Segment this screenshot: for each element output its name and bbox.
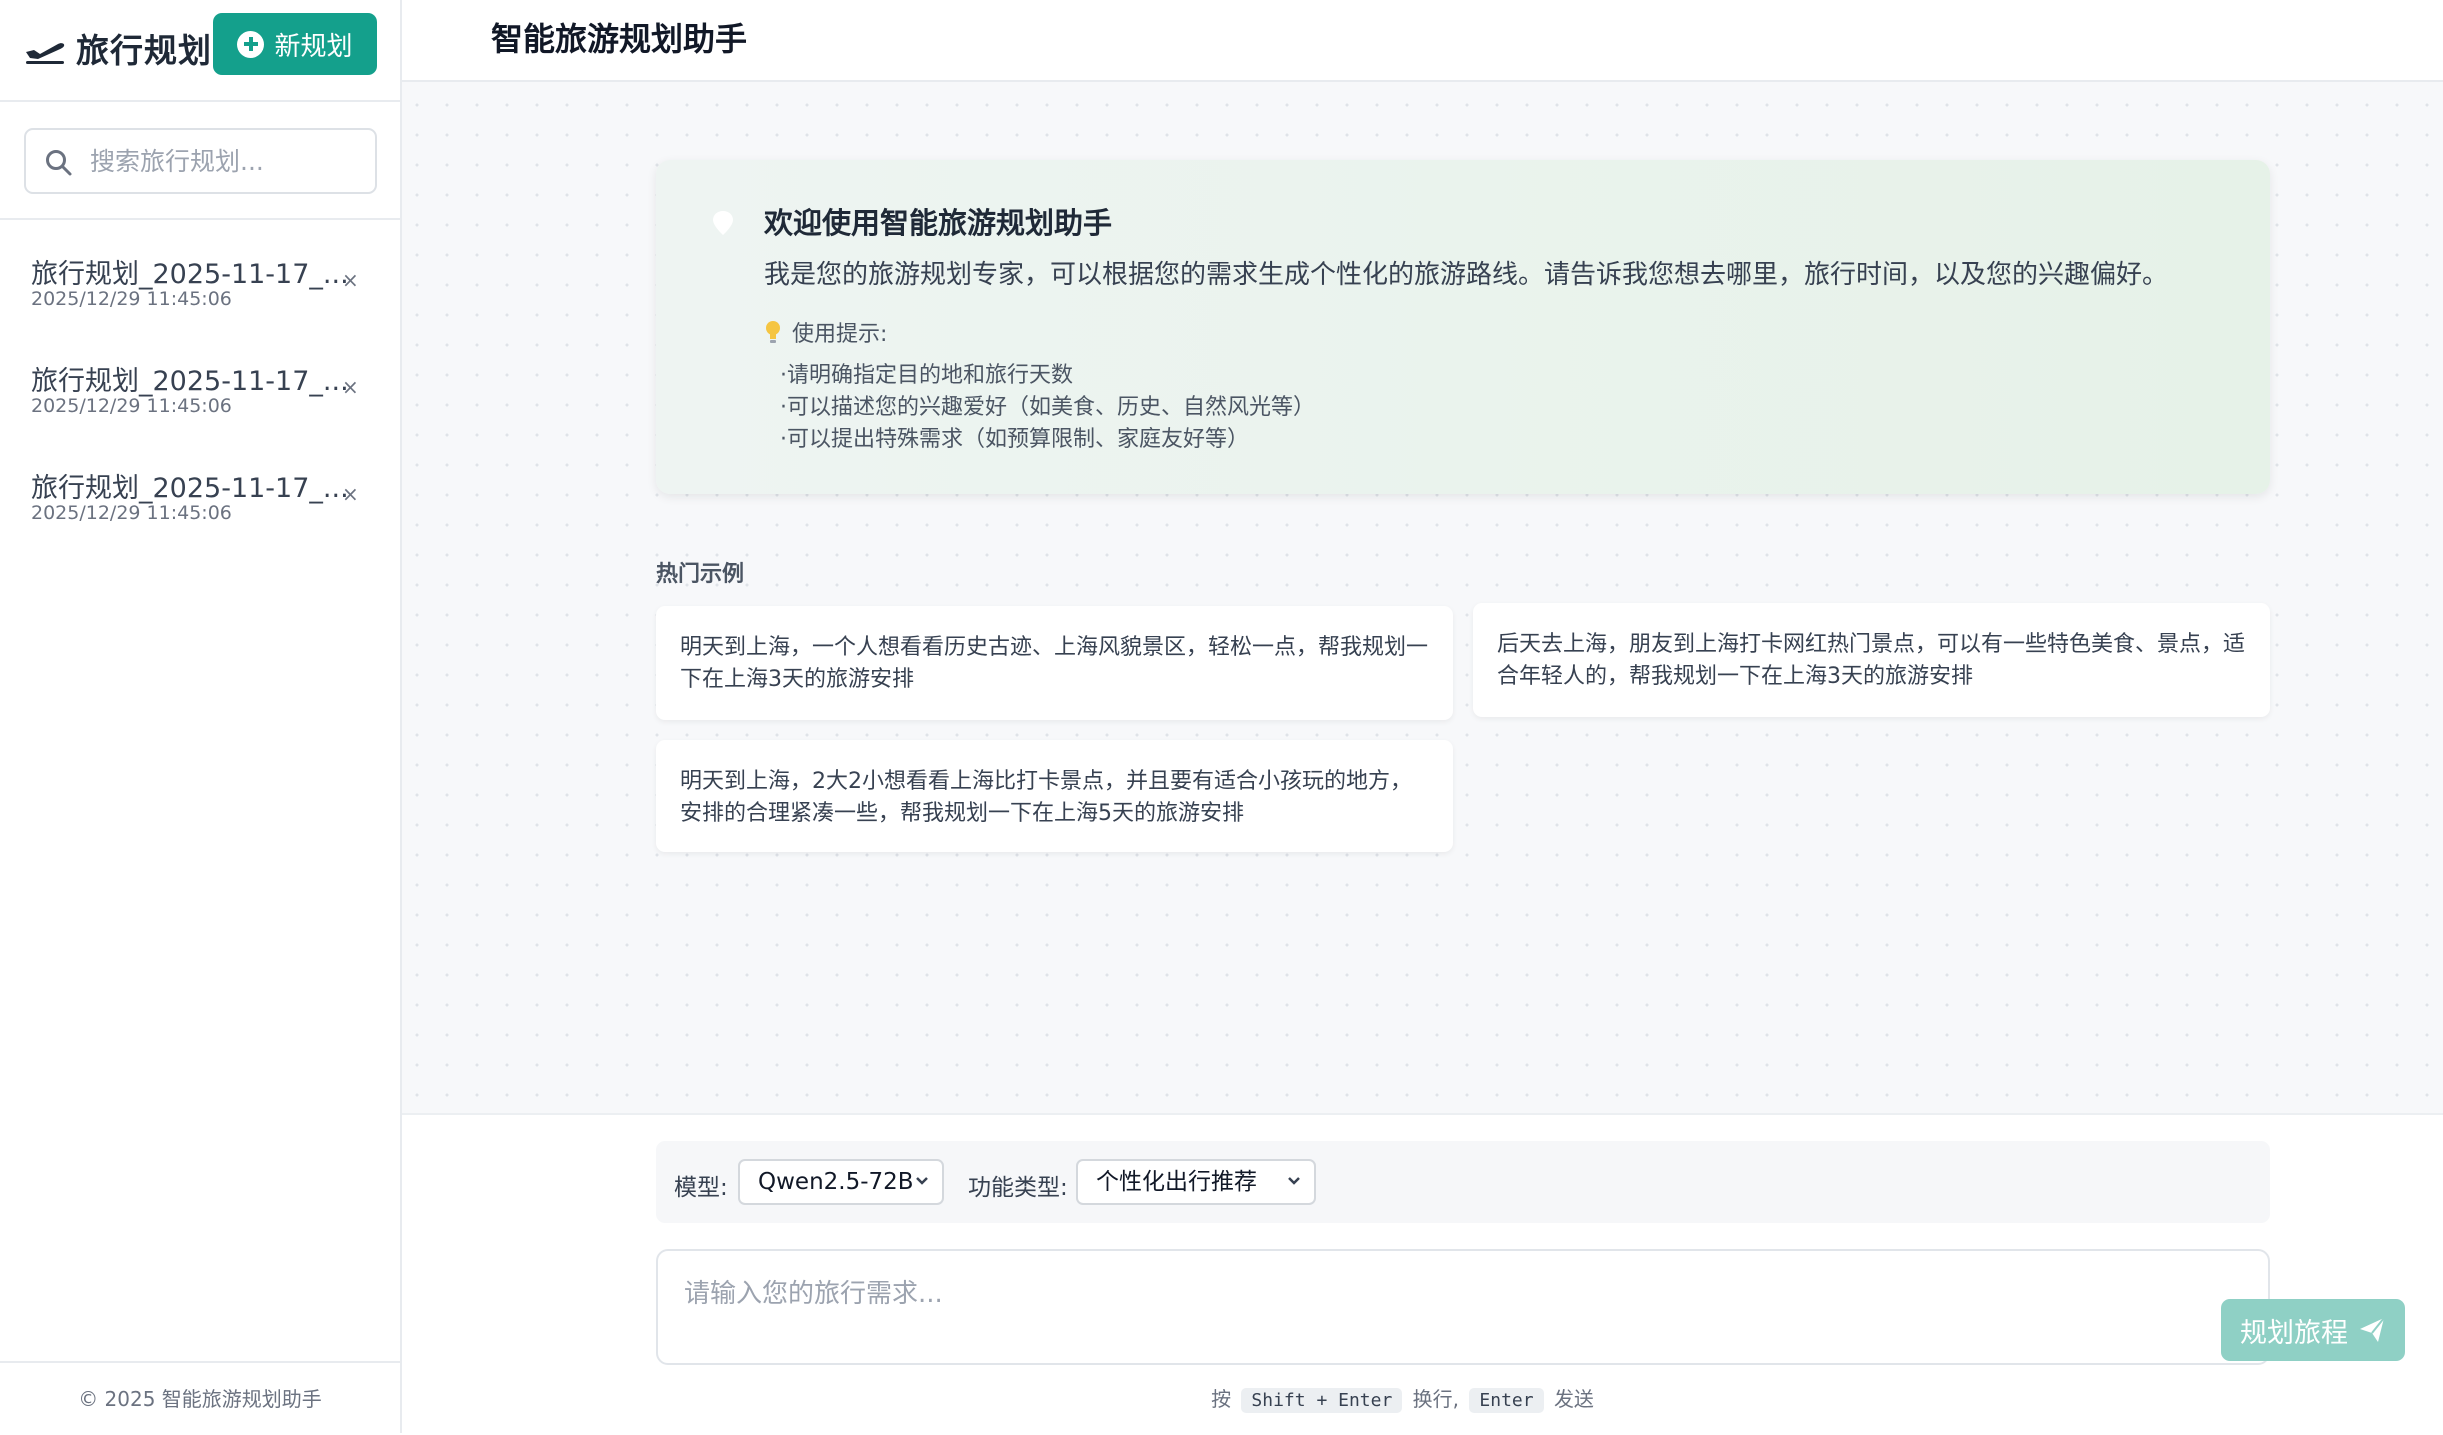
search-box[interactable] xyxy=(24,128,377,194)
hint-key-enter: Enter xyxy=(1469,1388,1544,1413)
welcome-title: 欢迎使用智能旅游规划助手 xyxy=(764,206,1113,240)
plus-circle-icon xyxy=(237,30,265,58)
examples-label: 热门示例 xyxy=(656,562,745,587)
model-select[interactable]: Qwen2.5-72B xyxy=(738,1159,944,1205)
history-item-time: 2025/12/29 11:45:06 xyxy=(31,395,232,417)
tips-list: ·请明确指定目的地和旅行天数 ·可以描述您的兴趣爱好（如美食、历史、自然风光等）… xyxy=(780,360,1315,456)
history-list: 旅行规划_2025-11-17_... 2025/12/29 11:45:06 … xyxy=(0,230,400,551)
close-icon[interactable]: × xyxy=(342,268,359,292)
close-icon[interactable]: × xyxy=(342,375,359,399)
options-bar: 模型: Qwen2.5-72B 功能类型: 个性化出行推荐 xyxy=(656,1141,2270,1223)
hint-key-shift-enter: Shift + Enter xyxy=(1241,1388,1403,1413)
app-name: 旅行规划 xyxy=(76,31,212,70)
top-bar: 智能旅游规划助手 xyxy=(402,0,2443,82)
feature-select-value: 个性化出行推荐 xyxy=(1096,1169,1257,1195)
history-item-title: 旅行规划_2025-11-17_... xyxy=(31,259,349,290)
tip-item: ·请明确指定目的地和旅行天数 xyxy=(780,363,1073,388)
sidebar: 旅行规划 新规划 旅行规划_2025-11-17_... 2025/12/29 … xyxy=(0,0,402,1433)
feature-label: 功能类型: xyxy=(968,1175,1068,1201)
example-card[interactable]: 明天到上海，2大2小想看看上海比打卡景点，并且要有适合小孩玩的地方，安排的合理紧… xyxy=(656,740,1453,852)
lightbulb-icon xyxy=(766,321,780,343)
welcome-description: 我是您的旅游规划专家，可以根据您的需求生成个性化的旅游路线。请告诉我您想去哪里，… xyxy=(764,260,2169,290)
trip-input-placeholder: 请输入您的旅行需求... xyxy=(684,1279,943,1309)
close-icon[interactable]: × xyxy=(342,482,359,506)
paper-plane-icon xyxy=(2360,1317,2385,1342)
plan-trip-label: 规划旅程 xyxy=(2240,1317,2348,1349)
tips-heading-label: 使用提示: xyxy=(792,322,888,347)
history-item-title: 旅行规划_2025-11-17_... xyxy=(31,473,349,504)
history-item-title: 旅行规划_2025-11-17_... xyxy=(31,366,349,397)
app-logo: 旅行规划 xyxy=(24,26,212,70)
search-icon xyxy=(46,150,72,176)
location-pin-icon xyxy=(713,211,733,235)
history-item-time: 2025/12/29 11:45:06 xyxy=(31,502,232,524)
tips-heading: 使用提示: xyxy=(764,316,887,348)
plan-trip-button[interactable]: 规划旅程 xyxy=(2221,1299,2405,1361)
chevron-down-icon xyxy=(916,1177,928,1185)
page-title: 智能旅游规划助手 xyxy=(491,20,748,58)
hint-mid: 换行, xyxy=(1412,1387,1460,1411)
welcome-card: 欢迎使用智能旅游规划助手 我是您的旅游规划专家，可以根据您的需求生成个性化的旅游… xyxy=(656,160,2270,494)
composer: 模型: Qwen2.5-72B 功能类型: 个性化出行推荐 请输入您的旅行需求.… xyxy=(402,1113,2443,1433)
plane-icon xyxy=(26,43,65,64)
tip-item: ·可以描述您的兴趣爱好（如美食、历史、自然风光等） xyxy=(780,395,1315,420)
sidebar-header: 旅行规划 新规划 xyxy=(0,0,400,102)
history-item[interactable]: 旅行规划_2025-11-17_... 2025/12/29 11:45:06 … xyxy=(0,444,400,551)
new-plan-button[interactable]: 新规划 xyxy=(213,13,377,75)
feature-select[interactable]: 个性化出行推荐 xyxy=(1076,1159,1316,1205)
example-card[interactable]: 后天去上海，朋友到上海打卡网红热门景点，可以有一些特色美食、景点，适合年轻人的，… xyxy=(1473,603,2270,717)
trip-input[interactable]: 请输入您的旅行需求... xyxy=(656,1249,2270,1365)
history-item[interactable]: 旅行规划_2025-11-17_... 2025/12/29 11:45:06 … xyxy=(0,230,400,337)
tip-item: ·可以提出特殊需求（如预算限制、家庭友好等） xyxy=(780,427,1249,452)
new-plan-label: 新规划 xyxy=(274,31,353,62)
hint-prefix: 按 xyxy=(1211,1387,1232,1411)
hint-suffix: 发送 xyxy=(1553,1387,1594,1411)
history-item-time: 2025/12/29 11:45:06 xyxy=(31,288,232,310)
keyboard-hint: 按 Shift + Enter 换行, Enter 发送 xyxy=(382,1383,2423,1413)
example-card[interactable]: 明天到上海，一个人想看看历史古迹、上海风貌景区，轻松一点，帮我规划一下在上海3天… xyxy=(656,606,1453,720)
chevron-down-icon xyxy=(1288,1177,1300,1185)
sidebar-footer: © 2025 智能旅游规划助手 xyxy=(0,1361,400,1433)
search-section xyxy=(0,102,400,220)
model-select-value: Qwen2.5-72B xyxy=(758,1169,914,1195)
model-label: 模型: xyxy=(674,1175,728,1201)
history-item[interactable]: 旅行规划_2025-11-17_... 2025/12/29 11:45:06 … xyxy=(0,337,400,444)
search-input[interactable] xyxy=(88,140,358,182)
main-area: 智能旅游规划助手 欢迎使用智能旅游规划助手 我是您的旅游规划专家，可以根据您的需… xyxy=(402,0,2443,1433)
